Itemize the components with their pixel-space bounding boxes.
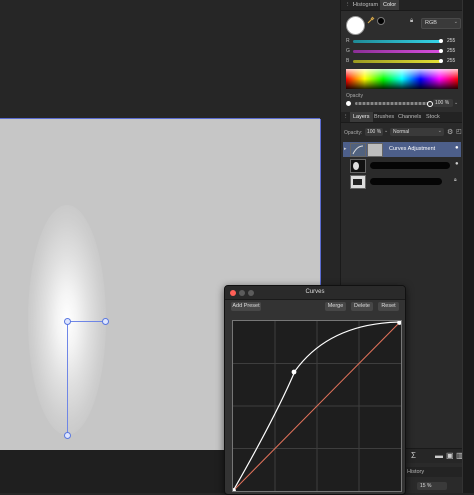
history-tabbar: History (401, 467, 463, 477)
opacity-field[interactable]: 100 % (433, 99, 453, 107)
tab-brushes[interactable]: Brushes (374, 114, 394, 120)
expand-icon[interactable]: ▸ (344, 146, 347, 152)
add-layer-icon[interactable]: ▣ (446, 451, 454, 460)
lock-icon[interactable]: 🔒︎ (454, 177, 457, 183)
delete-button[interactable]: Delete (351, 302, 373, 311)
slider-label-b: B (346, 58, 350, 64)
chevron-down-icon[interactable]: ⌄ (384, 128, 388, 134)
blue-slider-track[interactable] (353, 60, 441, 63)
layer-opacity-field[interactable]: 100 % (365, 128, 383, 136)
color-mode-value: RGB (425, 20, 437, 26)
color-spectrum[interactable] (346, 69, 458, 89)
red-slider-track[interactable] (353, 40, 441, 43)
curve-point-mid[interactable] (291, 369, 297, 375)
folder-icon[interactable]: ▬ (435, 451, 443, 460)
blend-mode-select[interactable]: Normal ⌄ (390, 128, 444, 136)
eyedropper-icon[interactable] (367, 16, 375, 24)
curves-title: Curves (305, 289, 325, 295)
tab-color[interactable]: Color (380, 0, 400, 10)
gear-icon[interactable]: ⚙ (447, 128, 453, 136)
visibility-dot-icon[interactable]: ● (455, 145, 459, 151)
right-thumbnail-strip (462, 0, 474, 493)
tab-history[interactable]: History (407, 469, 424, 475)
lock-icon[interactable]: ◰ (456, 128, 462, 135)
visibility-dot-icon[interactable]: ● (455, 161, 459, 167)
green-slider-track[interactable] (353, 50, 441, 53)
curves-layer-thumbnail (350, 143, 366, 157)
adjustment-sigma-icon[interactable]: Σ (411, 451, 416, 460)
tab-histogram[interactable]: Histogram (353, 2, 378, 8)
slider-label-g: G (346, 48, 350, 54)
opacity-swatch (346, 101, 351, 106)
green-value[interactable]: 255 (447, 48, 455, 54)
chevron-down-icon: ⌄ (437, 128, 442, 134)
curves-titlebar[interactable]: Curves (225, 286, 405, 300)
gradient-tool-line (67, 321, 68, 435)
layer-opacity-value: 100 % (367, 129, 382, 135)
tab-channels[interactable]: Channels (398, 114, 421, 120)
gradient-tool-line-horizontal (67, 321, 105, 322)
slider-label-r: R (346, 38, 350, 44)
blue-value[interactable]: 255 (447, 58, 455, 64)
primary-color-swatch[interactable] (346, 16, 365, 35)
layers-panel-tabbar: ⋮⋮ Layers Brushes Channels Stock (341, 112, 463, 123)
red-slider-knob[interactable] (439, 39, 443, 43)
opacity-value: 100 % (435, 100, 450, 106)
zoom-field[interactable]: 15 % (417, 482, 447, 490)
color-panel-tabbar: ⋮⋮ Histogram Color (341, 0, 463, 11)
layer-row-curves[interactable]: ▸ Curves Adjustment ● (343, 142, 461, 157)
tab-stock[interactable]: Stock (426, 114, 440, 120)
chevron-down-icon: ⌄ (453, 19, 458, 25)
green-slider-knob[interactable] (439, 49, 443, 53)
reset-button[interactable]: Reset (378, 302, 399, 311)
gradient-end-handle[interactable] (64, 432, 71, 439)
add-preset-button[interactable]: Add Preset (231, 302, 261, 311)
layer-thumbnail (350, 175, 366, 189)
zoom-value: 15 % (420, 483, 432, 489)
layer-row-2[interactable]: ● (343, 158, 461, 173)
layer-row-3[interactable]: 🔒︎ (343, 174, 461, 189)
color-panel: ⋮⋮ Histogram Color 🔒︎ RGB ⌄ R 255 G 255 … (340, 0, 463, 112)
layer-opacity-label: Opacity: (344, 130, 363, 136)
redacted-layer-name (370, 178, 442, 185)
layer-name[interactable]: Curves Adjustment (389, 146, 435, 152)
gradient-start-handle[interactable] (64, 318, 71, 325)
opacity-slider-track[interactable] (355, 102, 429, 105)
color-mode-select[interactable]: RGB ⌄ (421, 18, 461, 29)
gradient-width-handle[interactable] (102, 318, 109, 325)
opacity-label: Opacity (346, 93, 363, 99)
redacted-layer-name (370, 162, 450, 169)
tab-layers[interactable]: Layers (350, 112, 373, 122)
lock-icon[interactable]: 🔒︎ (410, 18, 413, 25)
blue-slider-knob[interactable] (439, 59, 443, 63)
blend-mode-value: Normal (393, 129, 410, 135)
curve-graph[interactable] (231, 320, 402, 493)
chevron-down-icon[interactable]: ⌄ (454, 100, 458, 106)
curves-dialog: Curves Add Preset Merge Delete Reset (224, 285, 406, 495)
merge-button[interactable]: Merge (325, 302, 346, 311)
layer-mask-thumbnail (367, 143, 383, 157)
secondary-color-swatch[interactable] (377, 17, 385, 25)
layer-thumbnail (350, 159, 366, 173)
red-value[interactable]: 255 (447, 38, 455, 44)
